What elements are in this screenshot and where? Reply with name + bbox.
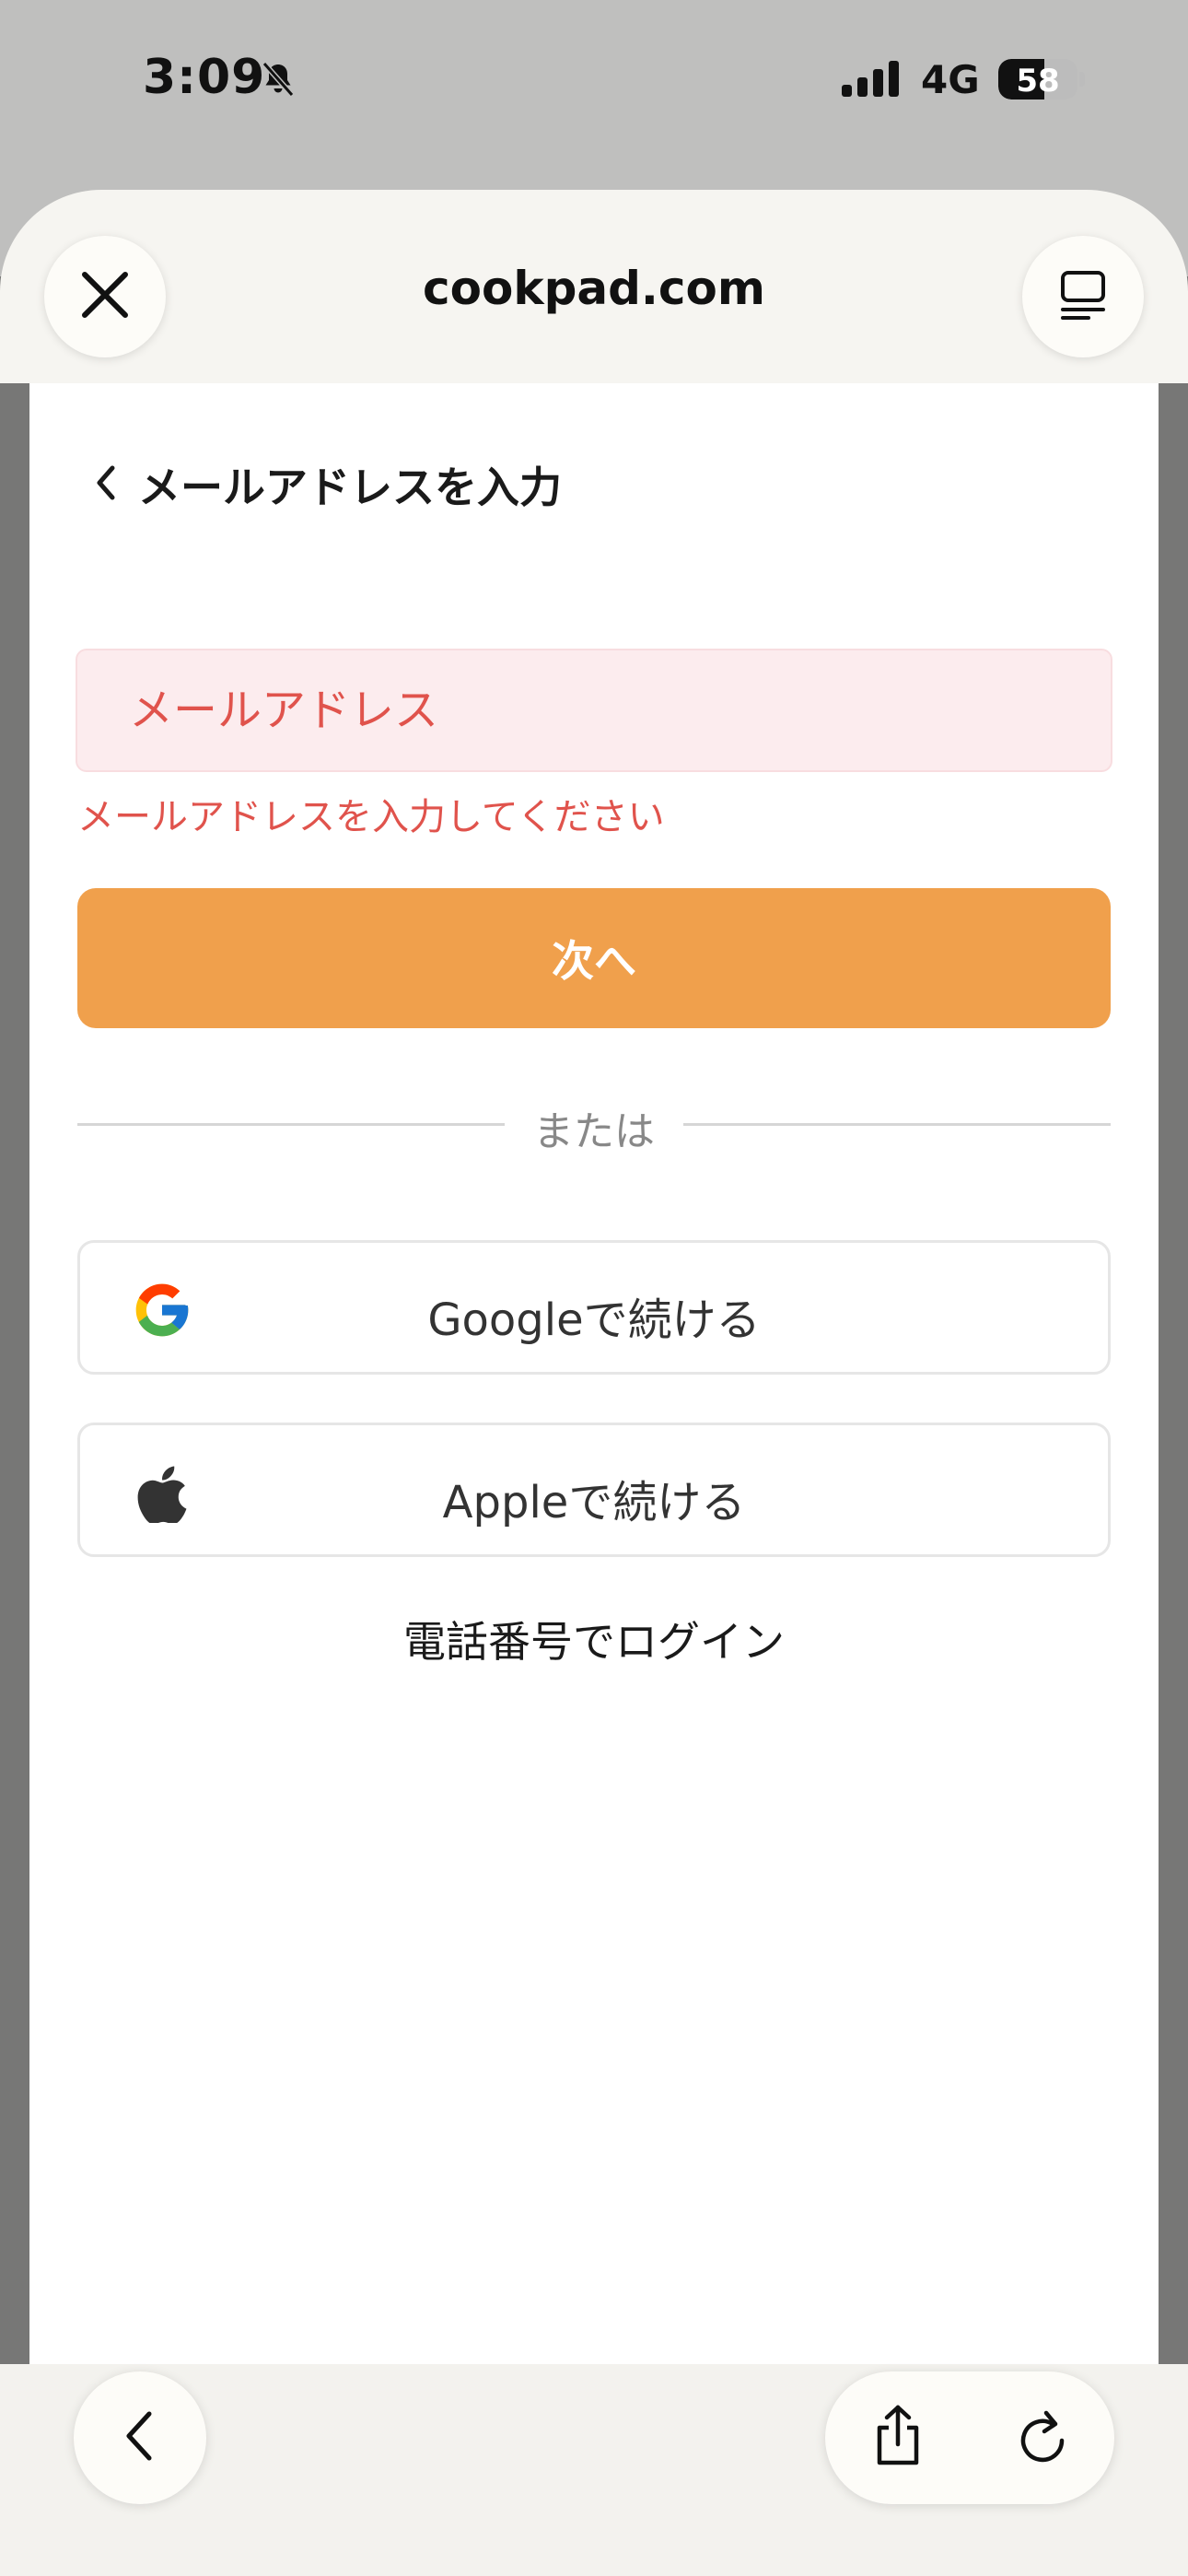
or-divider: または: [77, 1091, 1111, 1155]
page-url[interactable]: cookpad.com: [0, 262, 1188, 315]
email-input[interactable]: [76, 649, 1112, 772]
chevron-left-icon: [122, 2408, 158, 2467]
back-to-previous-step-link[interactable]: メールアドレスを入力: [90, 439, 562, 531]
email-error-message: メールアドレスを入力してください: [77, 796, 665, 838]
cellular-signal-icon: [840, 59, 904, 101]
google-button-label: Googleで続ける: [427, 1294, 761, 1346]
share-button[interactable]: [856, 2395, 939, 2480]
or-label: または: [533, 1108, 655, 1155]
battery-indicator: 58: [998, 59, 1077, 100]
page-title: メールアドレスを入力: [138, 463, 562, 512]
network-type: 4G: [921, 57, 980, 102]
battery-level: 58: [1016, 63, 1060, 100]
reader-mode-icon: [1057, 267, 1109, 326]
screen: 3:09 4G 58 cookpad.com メールアドレスを入力 メールアドレ…: [0, 0, 1188, 2576]
bell-slash-icon: [260, 61, 297, 101]
web-content: メールアドレスを入力 メールアドレスを入力してください 次へ または Googl…: [29, 383, 1159, 2364]
continue-with-apple-button[interactable]: Appleで続ける: [77, 1423, 1111, 1557]
reload-icon: [1015, 2406, 1072, 2470]
toolbar-actions-group: [825, 2371, 1114, 2504]
chevron-left-icon: [90, 461, 122, 509]
reader-mode-button[interactable]: [1022, 236, 1144, 357]
battery-tip: [1079, 72, 1085, 87]
apple-button-label: Appleで続ける: [442, 1477, 746, 1528]
divider-line-right: [683, 1123, 1111, 1126]
browser-back-button[interactable]: [74, 2371, 206, 2504]
share-icon: [870, 2404, 926, 2472]
next-button[interactable]: 次へ: [77, 888, 1111, 1028]
phone-login-link[interactable]: 電話番号でログイン: [29, 1609, 1159, 1669]
reload-button[interactable]: [1002, 2395, 1085, 2480]
status-time: 3:09: [143, 50, 266, 105]
continue-with-google-button[interactable]: Googleで続ける: [77, 1240, 1111, 1375]
